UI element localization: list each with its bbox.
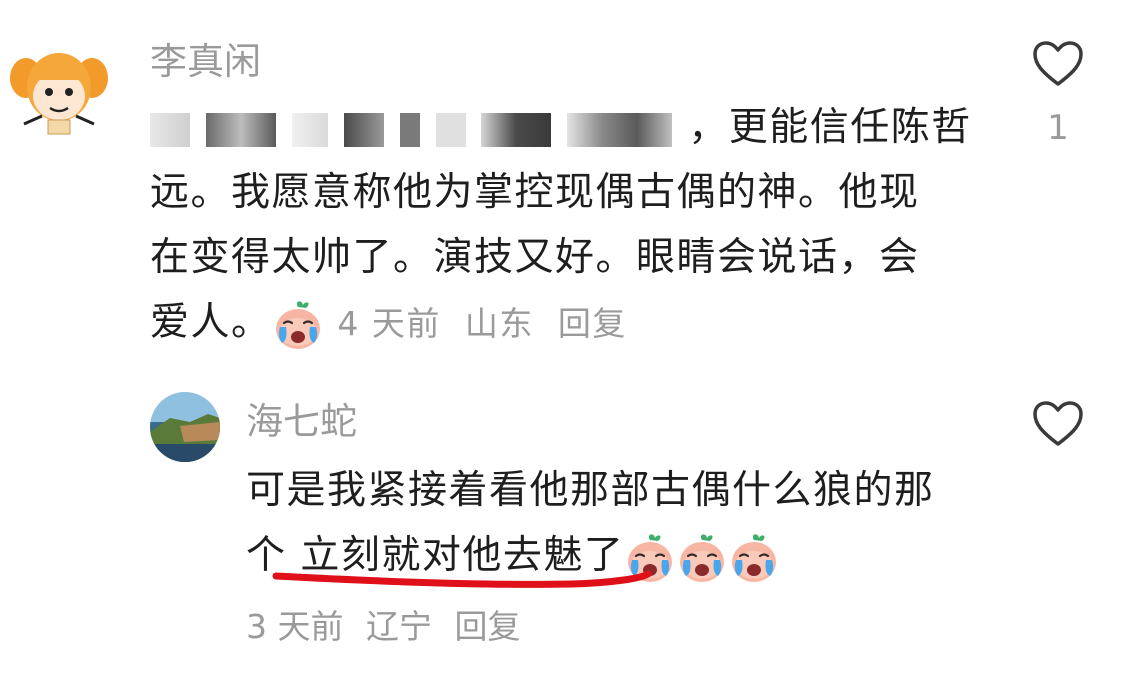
comment-meta: 4 天前 山东 回复 xyxy=(337,304,639,343)
comment-time: 3 天前 xyxy=(246,607,344,646)
like-button[interactable] xyxy=(1032,40,1084,92)
comment-username[interactable]: 海七蛇 xyxy=(246,400,357,444)
comment-line-last: 爱人。 4 天前 山东 回复 xyxy=(150,290,970,356)
cartoon-girl-avatar-icon xyxy=(4,32,114,142)
heart-outline-icon xyxy=(1033,401,1083,446)
redacted-text xyxy=(567,112,673,147)
comment-line: 远。我愿意称他为掌控现偶古偶的神。他现 xyxy=(150,170,920,215)
comment-username[interactable]: 李真闲 xyxy=(150,40,261,84)
redacted-text xyxy=(205,112,276,147)
comment-line: 在变得太帅了。演技又好。眼睛会说话，会 xyxy=(150,235,920,280)
heart-outline-icon xyxy=(1033,41,1083,86)
redacted-text xyxy=(343,112,384,147)
like-count: 1 xyxy=(1047,108,1069,148)
redacted-text xyxy=(481,112,552,147)
user-avatar[interactable] xyxy=(150,392,220,462)
comment-text: ，更能信任陈哲 远。我愿意称他为掌控现偶古偶的神。他现 在变得太帅了。演技又好。… xyxy=(150,95,970,356)
reply-button[interactable]: 回复 xyxy=(558,304,627,343)
comment-text-tail: ，更能信任陈哲 xyxy=(688,105,972,150)
redacted-text xyxy=(150,112,190,147)
like-button[interactable] xyxy=(1032,400,1084,452)
redacted-text xyxy=(435,112,466,147)
user-avatar[interactable] xyxy=(4,32,114,142)
red-underline-annotation xyxy=(272,570,652,588)
crying-emoji-icon xyxy=(679,532,726,583)
landscape-avatar-icon xyxy=(150,392,220,462)
comment-line: 可是我紧接着看他那部古偶什么狼的那 xyxy=(246,468,935,513)
reply-button[interactable]: 回复 xyxy=(455,607,521,646)
comment-line: 爱人。 xyxy=(150,300,272,345)
comment-meta: 3 天前 辽宁 回复 xyxy=(246,600,533,648)
comment-location: 山东 xyxy=(464,304,534,343)
redacted-text xyxy=(291,112,328,147)
comment-location: 辽宁 xyxy=(366,607,432,646)
comment-time: 4 天前 xyxy=(337,304,441,343)
redacted-text xyxy=(399,112,420,147)
crying-emoji-icon xyxy=(731,532,778,583)
comment-line-redacted: ，更能信任陈哲 xyxy=(150,95,970,160)
crying-emoji-icon xyxy=(274,299,321,350)
